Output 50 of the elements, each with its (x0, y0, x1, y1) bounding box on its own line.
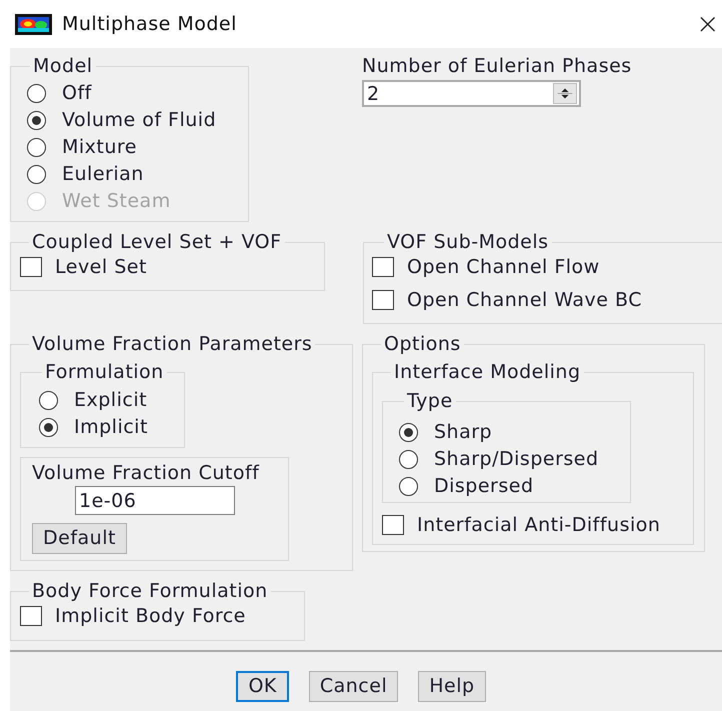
radio-label: Off (62, 84, 92, 103)
input-field[interactable]: 1e-06 (75, 486, 235, 515)
window-title: Multiphase Model (62, 14, 237, 34)
radio-button[interactable] (27, 165, 46, 184)
checkbox-label: Level Set (55, 258, 147, 276)
radio-button[interactable] (399, 450, 418, 469)
field-label: Number of Eulerian Phases (362, 56, 633, 76)
radio-label: Dispersed (434, 477, 534, 496)
checkbox-label: Open Channel Wave BC (407, 290, 642, 310)
radio-button[interactable] (27, 111, 46, 130)
radio-label: Sharp/Dispersed (434, 450, 599, 469)
radio-button[interactable] (399, 477, 418, 496)
radio-button[interactable] (27, 138, 46, 157)
radio-button[interactable] (399, 423, 418, 442)
field-label: Volume Fraction Cutoff (32, 463, 260, 483)
radio-label: Sharp (434, 423, 492, 442)
radio-label: Volume of Fluid (62, 111, 216, 130)
group-label: Interface Modeling (393, 362, 582, 382)
number-field[interactable]: 2 (362, 80, 581, 107)
group-label: Model (32, 56, 94, 76)
default-button[interactable]: Default (32, 523, 127, 554)
cancel-button[interactable]: Cancel (308, 671, 398, 702)
ok-button[interactable]: OK (236, 671, 289, 702)
checkbox[interactable] (372, 257, 394, 277)
checkbox-label: Implicit Body Force (55, 606, 246, 626)
checkbox[interactable] (382, 515, 404, 535)
app-icon (15, 14, 52, 34)
group-label: Type (406, 391, 454, 411)
checkbox[interactable] (20, 606, 42, 626)
radio-button[interactable] (27, 84, 46, 103)
checkbox[interactable] (20, 257, 42, 277)
radio-label: Eulerian (62, 165, 144, 184)
checkbox-label: Interfacial Anti-Diffusion (417, 516, 660, 534)
spinner-icon[interactable] (553, 83, 577, 104)
group-label: Formulation (44, 362, 165, 382)
checkbox-label: Open Channel Flow (407, 258, 600, 276)
radio-label: Explicit (74, 391, 148, 410)
radio-button[interactable] (39, 391, 58, 410)
group-label: VOF Sub-Models (386, 232, 550, 252)
group-label: Body Force Formulation (31, 581, 269, 601)
group-label: Coupled Level Set + VOF (31, 232, 283, 252)
radio-label: Implicit (74, 418, 148, 437)
help-button[interactable]: Help (418, 671, 486, 702)
radio-label: Mixture (62, 138, 137, 157)
close-button[interactable]: × (696, 10, 720, 38)
radio-label: Wet Steam (62, 192, 171, 211)
radio-button[interactable] (39, 418, 58, 437)
checkbox[interactable] (372, 290, 394, 310)
group-label: Options (383, 334, 462, 354)
group-label: Volume Fraction Parameters (31, 334, 314, 354)
